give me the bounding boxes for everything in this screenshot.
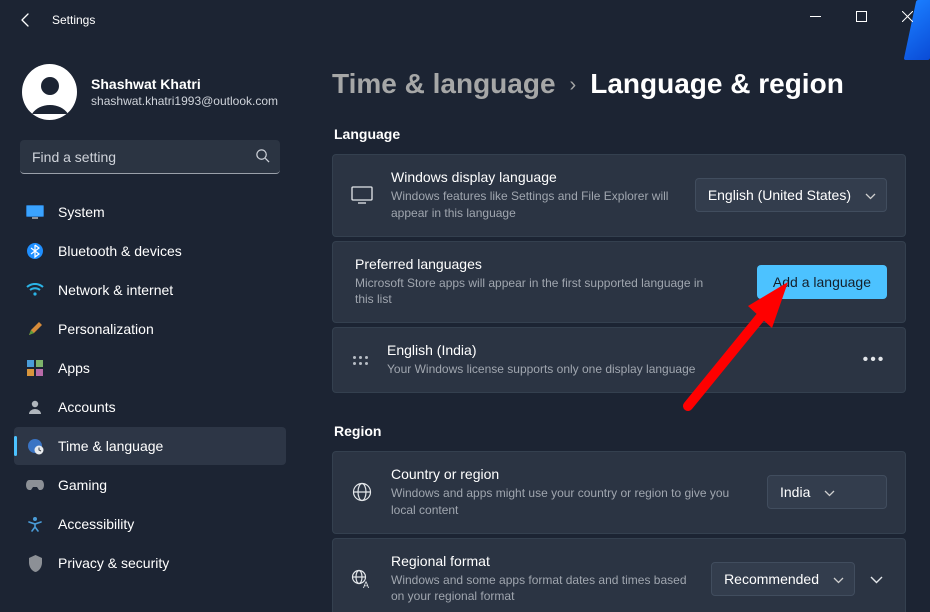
sidebar-item-label: Bluetooth & devices xyxy=(58,243,182,259)
card-title: Regional format xyxy=(391,553,693,569)
sidebar-item-accessibility[interactable]: Accessibility xyxy=(14,505,286,543)
globe-clock-icon xyxy=(26,437,44,455)
drag-handle-icon[interactable] xyxy=(351,356,369,365)
titlebar: Settings xyxy=(0,0,930,40)
search-input[interactable] xyxy=(20,140,280,174)
dropdown-value: English (United States) xyxy=(708,187,851,203)
sidebar-item-personalization[interactable]: Personalization xyxy=(14,310,286,348)
avatar xyxy=(22,64,77,120)
accessibility-icon xyxy=(26,515,44,533)
search-icon xyxy=(255,148,270,166)
svg-text:A: A xyxy=(363,580,369,589)
minimize-button[interactable] xyxy=(792,0,838,32)
sidebar-item-label: Accessibility xyxy=(58,516,134,532)
shield-icon xyxy=(26,554,44,572)
profile-block[interactable]: Shashwat Khatri shashwat.khatri1993@outl… xyxy=(4,46,296,140)
close-button[interactable] xyxy=(884,0,930,32)
sidebar-item-label: Apps xyxy=(58,360,90,376)
card-title: Country or region xyxy=(391,466,749,482)
card-subtitle: Windows and some apps format dates and t… xyxy=(391,572,693,606)
regional-format-dropdown[interactable]: Recommended xyxy=(711,562,855,596)
dropdown-value: Recommended xyxy=(724,571,819,587)
main-content: Time & language › Language & region Lang… xyxy=(300,40,930,612)
chevron-right-icon: › xyxy=(570,74,577,97)
card-title: Windows display language xyxy=(391,169,677,185)
card-display-language: Windows display language Windows feature… xyxy=(332,154,906,237)
card-regional-format: A Regional format Windows and some apps … xyxy=(332,538,906,612)
sidebar-item-network[interactable]: Network & internet xyxy=(14,271,286,309)
chevron-down-icon xyxy=(824,484,835,500)
world-script-icon: A xyxy=(351,568,373,590)
expand-button[interactable] xyxy=(865,571,887,587)
section-region-label: Region xyxy=(334,423,906,439)
window-title: Settings xyxy=(52,13,95,27)
profile-name: Shashwat Khatri xyxy=(91,76,278,92)
language-name: English (India) xyxy=(387,342,843,358)
display-language-dropdown[interactable]: English (United States) xyxy=(695,178,887,212)
chevron-down-icon xyxy=(833,571,844,587)
monitor-icon xyxy=(26,203,44,221)
maximize-button[interactable] xyxy=(838,0,884,32)
card-country-region: Country or region Windows and apps might… xyxy=(332,451,906,534)
add-language-button[interactable]: Add a language xyxy=(757,265,887,299)
sidebar-item-label: Accounts xyxy=(58,399,116,415)
sidebar-item-gaming[interactable]: Gaming xyxy=(14,466,286,504)
chevron-down-icon xyxy=(865,187,876,203)
sidebar-item-privacy[interactable]: Privacy & security xyxy=(14,544,286,582)
sidebar-item-accounts[interactable]: Accounts xyxy=(14,388,286,426)
sidebar-item-label: Privacy & security xyxy=(58,555,169,571)
page-title: Language & region xyxy=(590,68,844,100)
globe-icon xyxy=(351,481,373,503)
card-subtitle: Windows and apps might use your country … xyxy=(391,485,749,519)
sidebar-item-label: System xyxy=(58,204,105,220)
breadcrumb: Time & language › Language & region xyxy=(332,68,906,100)
dropdown-value: India xyxy=(780,484,810,500)
sidebar-item-time-language[interactable]: Time & language xyxy=(14,427,286,465)
sidebar-item-label: Network & internet xyxy=(58,282,173,298)
wifi-icon xyxy=(26,281,44,299)
back-button[interactable] xyxy=(14,8,38,32)
sidebar: Shashwat Khatri shashwat.khatri1993@outl… xyxy=(0,40,300,612)
profile-email: shashwat.khatri1993@outlook.com xyxy=(91,94,278,108)
sidebar-item-label: Personalization xyxy=(58,321,154,337)
sidebar-item-system[interactable]: System xyxy=(14,193,286,231)
bluetooth-icon xyxy=(26,242,44,260)
sidebar-item-label: Gaming xyxy=(58,477,107,493)
section-language-label: Language xyxy=(334,126,906,142)
card-subtitle: Windows features like Settings and File … xyxy=(391,188,677,222)
card-subtitle: Microsoft Store apps will appear in the … xyxy=(355,275,725,309)
breadcrumb-parent[interactable]: Time & language xyxy=(332,68,556,100)
monitor-outline-icon xyxy=(351,184,373,206)
sidebar-item-bluetooth[interactable]: Bluetooth & devices xyxy=(14,232,286,270)
sidebar-item-apps[interactable]: Apps xyxy=(14,349,286,387)
sidebar-item-label: Time & language xyxy=(58,438,163,454)
gamepad-icon xyxy=(26,476,44,494)
person-icon xyxy=(26,398,44,416)
more-options-button[interactable]: ••• xyxy=(861,351,887,369)
country-dropdown[interactable]: India xyxy=(767,475,887,509)
paintbrush-icon xyxy=(26,320,44,338)
card-language-entry[interactable]: English (India) Your Windows license sup… xyxy=(332,327,906,393)
apps-icon xyxy=(26,359,44,377)
language-note: Your Windows license supports only one d… xyxy=(387,361,807,378)
card-title: Preferred languages xyxy=(355,256,739,272)
card-preferred-languages: Preferred languages Microsoft Store apps… xyxy=(332,241,906,324)
